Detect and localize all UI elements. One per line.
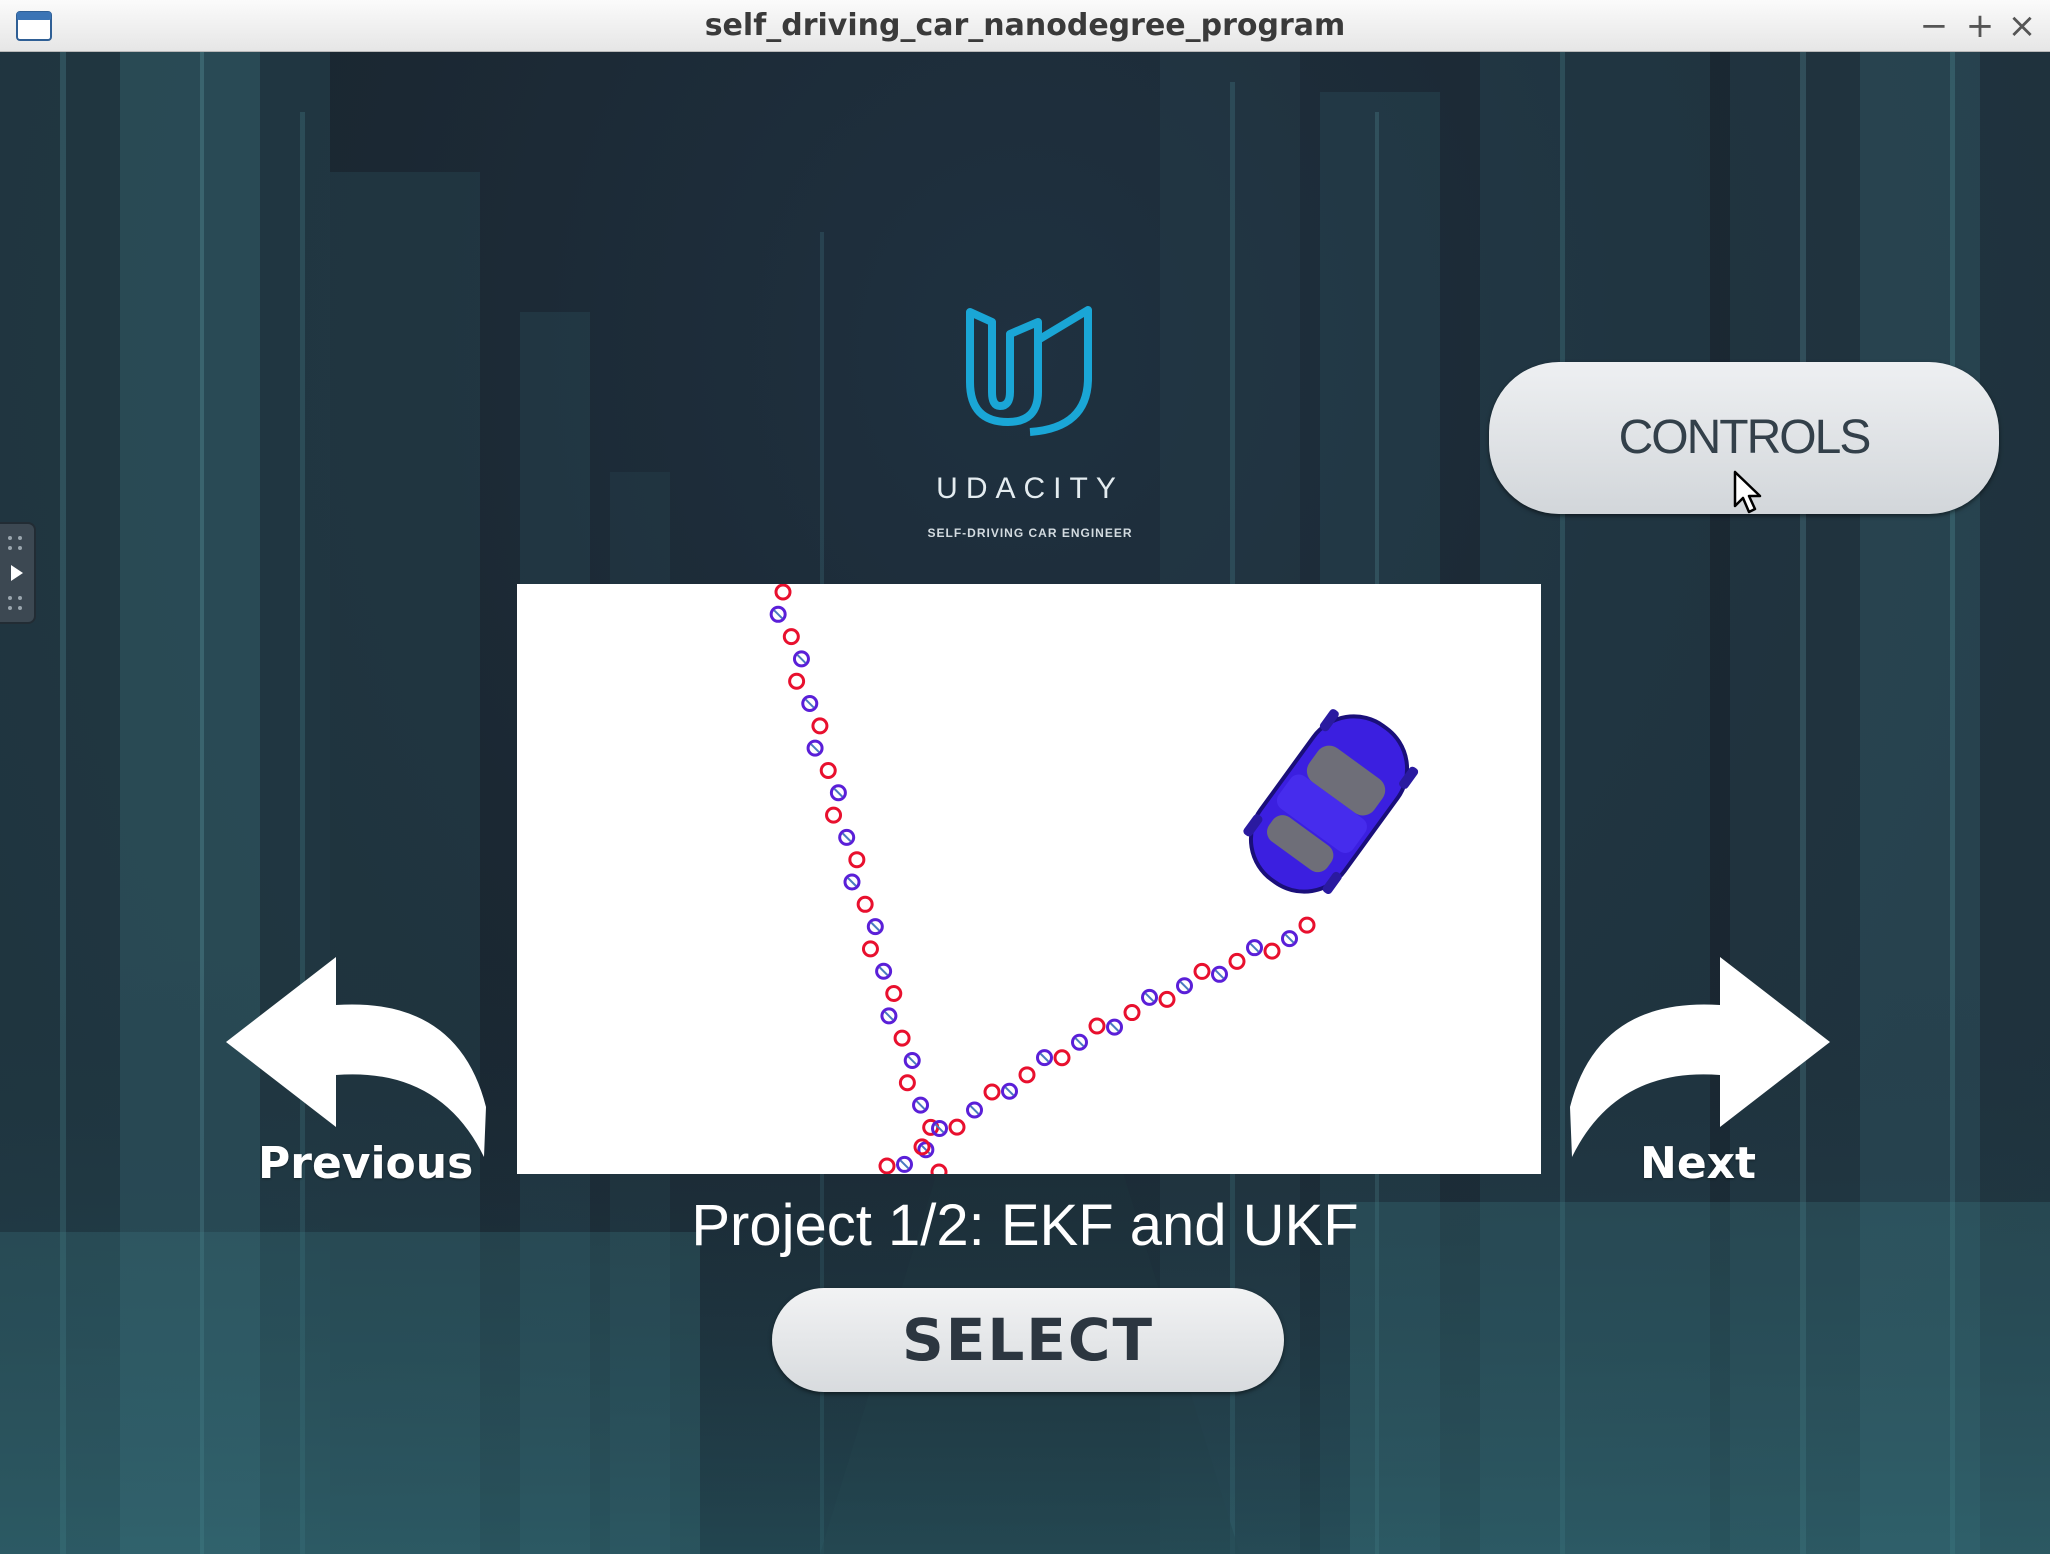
udacity-u-logo (966, 306, 1092, 436)
udacity-logo: UDACITY SELF-DRIVING CAR ENGINEER (920, 282, 1140, 552)
lidar-marker (983, 1083, 1001, 1101)
maximize-button[interactable]: + (1962, 8, 1998, 44)
lidar-marker (825, 806, 843, 824)
radar-direction-tick (847, 877, 857, 887)
lidar-marker (861, 940, 879, 958)
lidar-marker (811, 717, 829, 735)
project-preview-image (517, 583, 1541, 1181)
radar-direction-tick (899, 1159, 910, 1170)
radar-direction-tick (1039, 1052, 1050, 1063)
radar-direction-tick (915, 1100, 926, 1110)
window-titlebar[interactable]: self_driving_car_nanodegree_program − + … (0, 0, 2050, 52)
lidar-marker (782, 628, 800, 646)
lidar-marker (948, 1118, 966, 1136)
radar-direction-tick (969, 1105, 980, 1115)
lidar-marker (893, 1029, 911, 1047)
lidar-marker (1228, 952, 1246, 970)
radar-direction-tick (810, 743, 820, 753)
radar-direction-tick (773, 609, 783, 620)
radar-direction-tick (1144, 992, 1155, 1003)
close-button[interactable]: × (2004, 8, 2040, 44)
play-icon (8, 536, 23, 610)
lidar-marker (819, 761, 837, 779)
minimize-button[interactable]: − (1916, 8, 1952, 44)
lidar-marker (1053, 1049, 1071, 1067)
lidar-marker (1018, 1066, 1036, 1084)
radar-direction-tick (1179, 981, 1190, 991)
lidar-marker (1123, 1004, 1141, 1022)
lidar-marker (930, 1163, 948, 1181)
lidar-marker (1158, 990, 1176, 1008)
simulator-menu-scene: UDACITY SELF-DRIVING CAR ENGINEER CONTRO… (0, 52, 2050, 1554)
mouse-pointer-icon (1733, 470, 1762, 514)
window-title: self_driving_car_nanodegree_program (704, 8, 1346, 43)
select-button[interactable]: SELECT (772, 1288, 1284, 1392)
lidar-marker (878, 1157, 896, 1175)
lidar-marker (1298, 916, 1316, 934)
project-title: Project 1/2: EKF and UKF (691, 1193, 1359, 1258)
lidar-marker (848, 851, 866, 869)
lidar-marker (856, 895, 874, 913)
radar-direction-tick (1214, 969, 1225, 980)
previous-button[interactable]: Previous (258, 1138, 473, 1189)
radar-direction-tick (1249, 942, 1260, 953)
lidar-marker (788, 672, 806, 690)
logo-subtitle: SELF-DRIVING CAR ENGINEER (927, 526, 1133, 540)
measurement-markers (769, 583, 1316, 1181)
radar-direction-tick (1284, 933, 1295, 944)
radar-direction-tick (1004, 1086, 1015, 1096)
radar-direction-tick (841, 832, 852, 843)
side-panel-handle[interactable] (0, 522, 36, 624)
radar-direction-tick (796, 654, 807, 664)
radar-direction-tick (878, 966, 889, 976)
lidar-marker (774, 583, 792, 601)
lidar-marker (885, 985, 903, 1003)
lidar-marker (1263, 942, 1281, 960)
car-sprite (1243, 709, 1419, 895)
radar-direction-tick (1109, 1022, 1120, 1032)
arrow-left-icon[interactable] (226, 957, 490, 1157)
radar-direction-tick (1074, 1037, 1085, 1047)
arrow-right-icon[interactable] (1566, 957, 1830, 1157)
radar-direction-tick (907, 1055, 917, 1066)
ekf-trajectory-preview (769, 583, 1419, 1181)
radar-direction-tick (870, 921, 881, 932)
radar-direction-tick (833, 788, 844, 798)
lidar-marker (1193, 962, 1211, 980)
lidar-marker (898, 1074, 916, 1092)
next-button[interactable]: Next (1640, 1138, 1756, 1189)
logo-wordmark: UDACITY (936, 472, 1124, 505)
radar-direction-tick (884, 1011, 894, 1021)
radar-direction-tick (805, 698, 815, 709)
lidar-marker (1088, 1017, 1106, 1035)
